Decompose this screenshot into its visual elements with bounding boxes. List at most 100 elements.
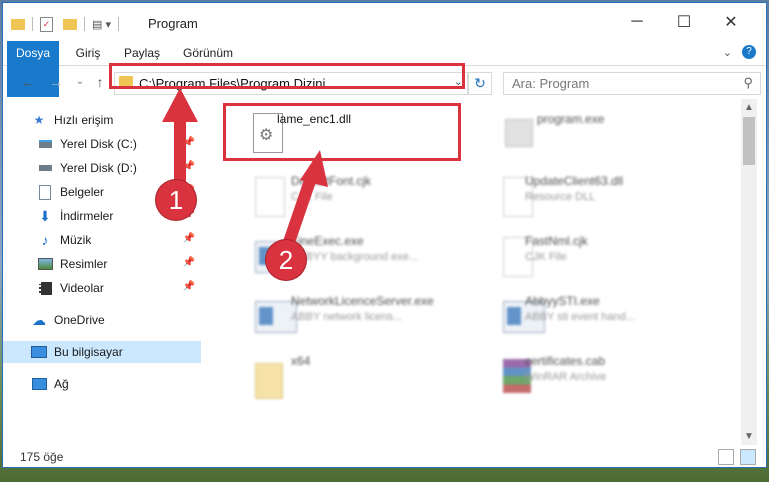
file-type: CJK File — [525, 251, 567, 263]
network-icon — [31, 376, 47, 392]
file-item-x64-folder[interactable]: x64 — [211, 347, 451, 403]
file-item-networklicenceserver-exe[interactable]: NetworkLicenceServer.exe ABBY network li… — [211, 287, 451, 343]
file-item-certificates-cab[interactable]: certificates.cab WinRAR Archive — [459, 347, 699, 403]
pin-icon[interactable]: 📌 — [183, 137, 195, 148]
file-name: x64 — [291, 354, 311, 368]
scroll-up-icon[interactable]: ▲ — [744, 102, 754, 113]
refresh-icon: ↻ — [474, 75, 486, 91]
star-icon: ★ — [33, 113, 45, 127]
sidebar-item-drive-c[interactable]: Yerel Disk (C:) 📌 — [37, 133, 201, 155]
cloud-icon: ☁ — [32, 311, 46, 328]
quick-access-toolbar: ✓ ▤ ▾ — [11, 15, 122, 33]
sidebar-item-network[interactable]: Ağ — [31, 373, 201, 395]
minimize-button[interactable]: ─ — [617, 9, 657, 35]
sidebar-item-label: Bu bilgisayar — [54, 345, 123, 359]
file-name: program.exe — [537, 112, 605, 126]
sidebar-item-label: Yerel Disk (D:) — [60, 161, 137, 175]
expand-ribbon-icon[interactable]: ⌄ — [723, 46, 732, 59]
tab-view[interactable]: Görünüm — [177, 41, 239, 65]
sidebar-item-label: Müzik — [60, 233, 92, 247]
customize-toolbar-icon[interactable]: ▤ ▾ — [92, 18, 111, 31]
exe-file-icon — [497, 113, 535, 155]
file-item-abbyysti-exe[interactable]: AbbyySTI.exe ABBY sti event hand... — [459, 287, 699, 343]
sidebar-item-label: Belgeler — [60, 185, 105, 199]
drive-icon — [37, 160, 53, 176]
file-name: DefaultFont.cjk — [291, 174, 372, 188]
drive-icon — [37, 136, 53, 152]
properties-icon[interactable]: ✓ — [40, 16, 53, 32]
file-type: Resource DLL — [525, 191, 596, 203]
music-icon: ♪ — [41, 232, 49, 248]
sidebar-item-label: Ağ — [54, 377, 69, 391]
sidebar-item-quick-access[interactable]: ★ Hızlı erişim — [31, 109, 201, 131]
file-item-fastnml-cjk[interactable]: FastNml.cjk CJK File — [459, 227, 699, 283]
item-count: 175 öğe — [20, 450, 64, 464]
file-item-fineexec-exe[interactable]: FineExec.exe ABBYY background exe... — [211, 227, 451, 283]
sidebar-item-label: Hızlı erişim — [54, 113, 114, 127]
new-folder-icon[interactable] — [63, 18, 77, 30]
file-type: ABBY sti event hand... — [525, 311, 635, 323]
toolbar-separator — [117, 17, 119, 31]
tab-share[interactable]: Paylaş — [117, 41, 167, 65]
file-name: certificates.cab — [525, 354, 606, 368]
file-item-updateclient-dll[interactable]: UpdateClient63.dll Resource DLL — [459, 167, 699, 223]
folder-icon — [233, 355, 283, 399]
pin-icon[interactable]: 📌 — [183, 281, 195, 292]
file-item-program-exe[interactable]: program.exe — [475, 105, 715, 161]
search-input[interactable]: Ara: Program — [512, 76, 589, 91]
folder-icon — [11, 18, 25, 30]
close-button[interactable]: ✕ — [711, 9, 751, 35]
toolbar-separator — [32, 17, 33, 31]
details-view-icon[interactable] — [718, 449, 734, 465]
search-box[interactable]: Ara: Program ⚲ — [503, 72, 761, 95]
document-file-icon — [481, 235, 533, 277]
file-item-defaultfont-cjk[interactable]: DefaultFont.cjk CJK File — [211, 167, 451, 223]
download-icon: ⬇ — [39, 207, 51, 224]
toolbar-separator — [84, 17, 85, 31]
tab-home[interactable]: Giriş — [67, 41, 109, 65]
sidebar-item-label: Videolar — [60, 281, 104, 295]
large-icons-view-icon[interactable] — [740, 449, 756, 465]
maximize-button[interactable]: ☐ — [664, 9, 704, 35]
view-switcher — [718, 449, 756, 465]
sidebar-item-this-pc[interactable]: Bu bilgisayar — [3, 341, 201, 363]
pin-icon[interactable]: 📌 — [183, 161, 195, 172]
search-icon: ⚲ — [743, 75, 753, 90]
pin-icon[interactable]: 📌 — [183, 233, 195, 244]
pictures-icon — [37, 256, 53, 272]
forward-arrow-icon[interactable]: → — [47, 73, 65, 91]
vertical-scrollbar[interactable]: ▲ ▼ — [741, 99, 757, 445]
document-file-icon — [233, 175, 285, 217]
sidebar-item-drive-d[interactable]: Yerel Disk (D:) 📌 — [37, 157, 201, 179]
ribbon-right-controls: ⌄ ? — [723, 45, 756, 59]
scrollbar-thumb[interactable] — [743, 117, 755, 165]
title-bar: ✓ ▤ ▾ Program ─ ☐ ✕ — [3, 3, 766, 41]
sidebar-item-pictures[interactable]: Resimler 📌 — [37, 253, 201, 275]
pin-icon[interactable]: 📌 — [183, 257, 195, 268]
file-type: CJK File — [291, 191, 333, 203]
back-arrow-icon[interactable]: ← — [19, 73, 37, 91]
documents-icon — [37, 184, 53, 200]
recent-locations-icon[interactable]: ⌄ — [71, 73, 89, 91]
refresh-button[interactable]: ↻ — [468, 72, 492, 95]
dll-file-icon — [481, 175, 533, 217]
file-name: UpdateClient63.dll — [525, 174, 624, 188]
sidebar-item-label: OneDrive — [54, 313, 105, 327]
sidebar-item-music[interactable]: ♪ Müzik 📌 — [37, 229, 201, 251]
file-type: ABBYY background exe... — [291, 251, 418, 263]
sidebar-item-onedrive[interactable]: ☁ OneDrive — [31, 309, 201, 331]
file-type: ABBY network licens... — [291, 311, 403, 323]
exe-file-icon — [233, 295, 297, 337]
file-name: FastNml.cjk — [525, 234, 588, 248]
up-arrow-icon[interactable]: ↑ — [91, 73, 109, 91]
exe-file-icon — [481, 295, 545, 337]
file-type: WinRAR Archive — [525, 371, 607, 383]
sidebar-item-label: İndirmeler — [60, 209, 114, 223]
help-icon[interactable]: ? — [742, 45, 756, 59]
sidebar-item-videos[interactable]: Videolar 📌 — [37, 277, 201, 299]
file-name: NetworkLicenceServer.exe — [291, 294, 434, 308]
archive-file-icon — [481, 355, 531, 397]
scroll-down-icon[interactable]: ▼ — [744, 431, 754, 442]
videos-icon — [37, 280, 53, 296]
window-title: Program — [148, 16, 198, 31]
